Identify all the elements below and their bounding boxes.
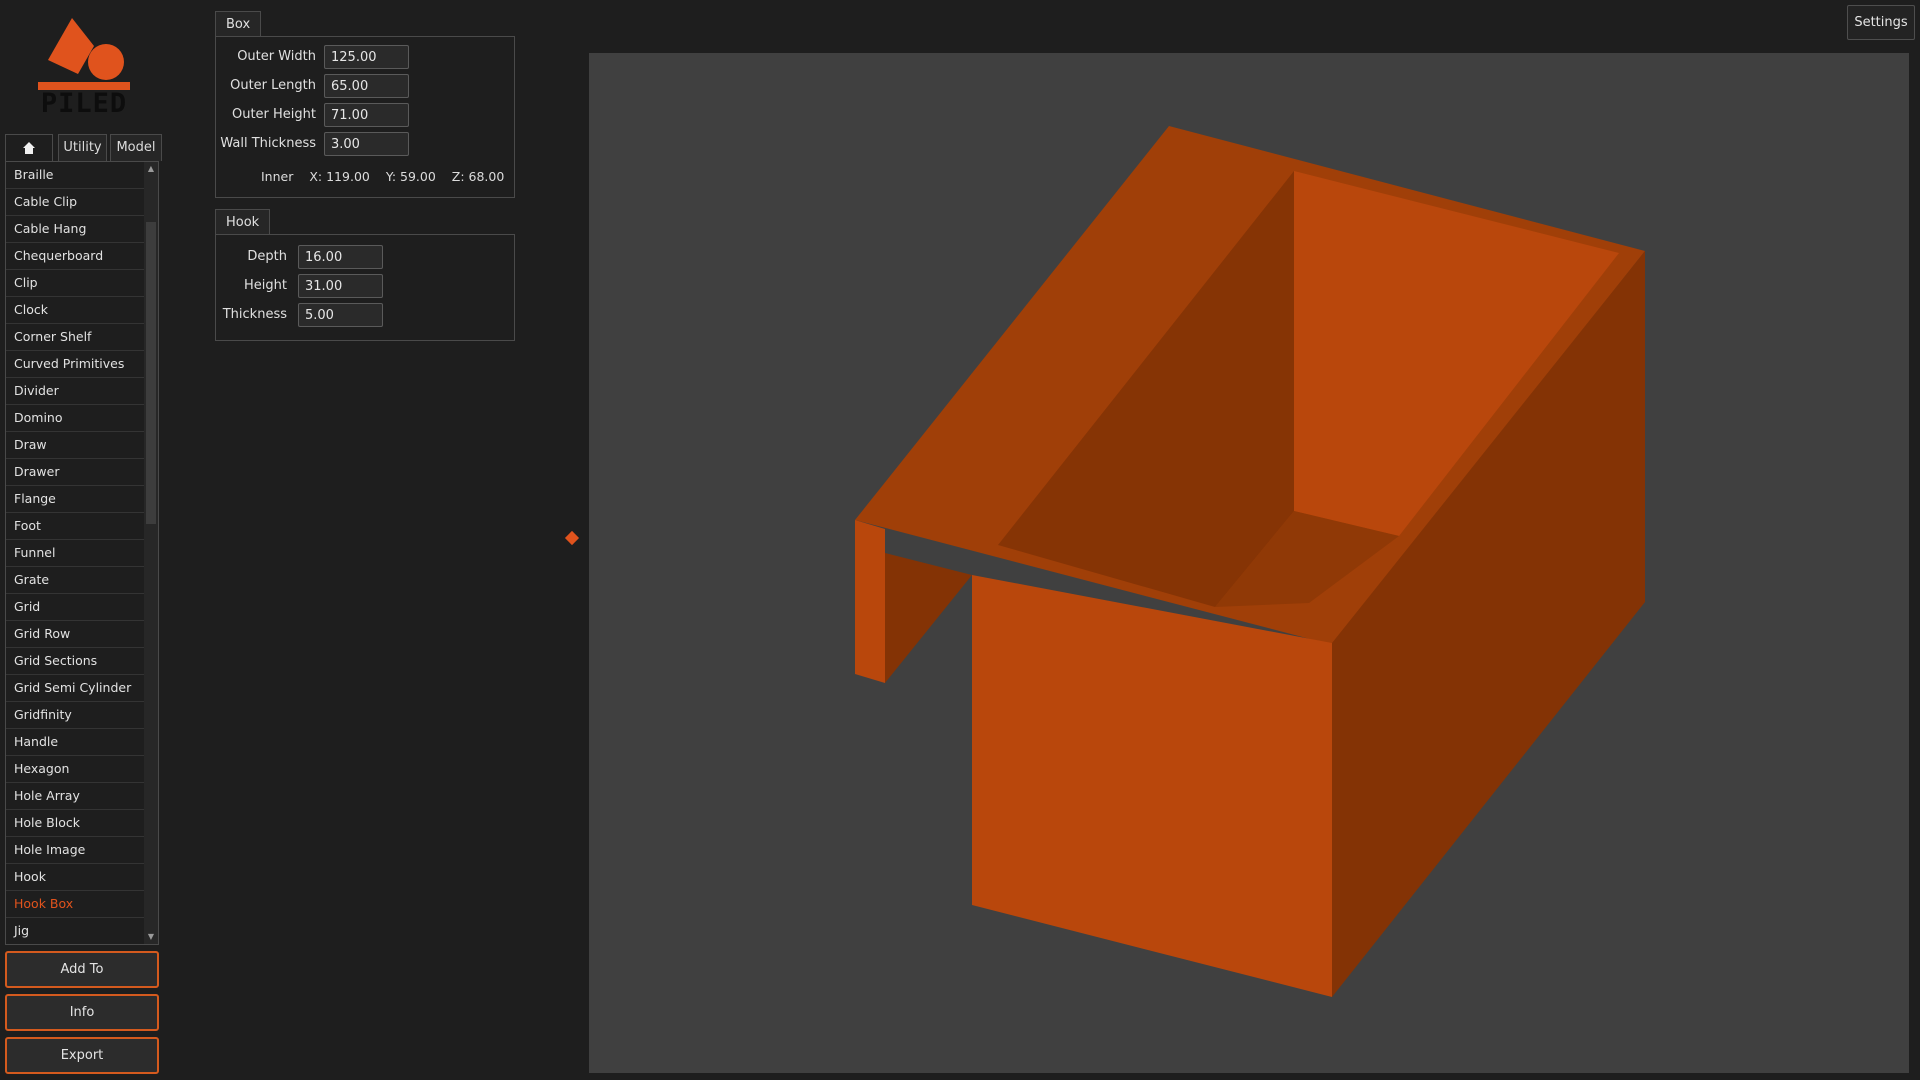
- outer-width-label: Outer Width: [237, 49, 316, 64]
- model-list-items: Braille Cable Clip Cable Hang Chequerboard C…: [6, 162, 158, 944]
- list-item[interactable]: Hook: [6, 864, 145, 891]
- list-item[interactable]: Flange: [6, 486, 145, 513]
- inner-label: Inner: [261, 169, 294, 184]
- list-item[interactable]: Jig: [6, 918, 145, 944]
- tab-home[interactable]: [5, 134, 53, 161]
- depth-input[interactable]: [298, 245, 383, 269]
- model-list: Braille Cable Clip Cable Hang Chequerboard C…: [5, 161, 159, 945]
- outer-height-label: Outer Height: [231, 107, 316, 122]
- tab-utility[interactable]: Utility: [58, 134, 107, 161]
- hook-box-model[interactable]: [589, 53, 1909, 1073]
- model-hook-side: [885, 553, 972, 683]
- logo-circle: [88, 44, 124, 80]
- wall-thickness-input[interactable]: [324, 132, 409, 156]
- thickness-input[interactable]: [298, 303, 383, 327]
- logo-text: PILED: [40, 88, 128, 119]
- list-item[interactable]: Hexagon: [6, 756, 145, 783]
- list-item[interactable]: Hook Box: [6, 891, 145, 918]
- box-parameters: Outer Width Outer Length Outer Height Wa…: [215, 36, 515, 198]
- outer-width-input[interactable]: [324, 45, 409, 69]
- height-row: Height: [216, 274, 287, 298]
- add-to-button[interactable]: Add To: [5, 951, 159, 988]
- depth-row: Depth: [216, 245, 287, 269]
- outer-length-input[interactable]: [324, 74, 409, 98]
- outer-width-row: Outer Width: [216, 45, 316, 69]
- panel-resize-handle[interactable]: [564, 530, 580, 546]
- list-item[interactable]: Curved Primitives: [6, 351, 145, 378]
- list-item[interactable]: Braille: [6, 162, 145, 189]
- info-button[interactable]: Info: [5, 994, 159, 1031]
- list-item[interactable]: Grid Row: [6, 621, 145, 648]
- scroll-up-arrow-icon[interactable]: ▲: [146, 164, 156, 174]
- list-item[interactable]: Grid Sections: [6, 648, 145, 675]
- list-item[interactable]: Gridfinity: [6, 702, 145, 729]
- list-item[interactable]: Chequerboard: [6, 243, 145, 270]
- hook-parameters: Depth Height Thickness: [215, 234, 515, 341]
- inner-y: Y: 59.00: [385, 169, 436, 184]
- list-item[interactable]: Grate: [6, 567, 145, 594]
- 3d-viewport[interactable]: [589, 53, 1909, 1073]
- hook-group-title: Hook: [215, 209, 271, 235]
- inner-z: Z: 68.00: [451, 169, 505, 184]
- list-item[interactable]: Drawer: [6, 459, 145, 486]
- height-input[interactable]: [298, 274, 383, 298]
- list-item[interactable]: Cable Clip: [6, 189, 145, 216]
- outer-height-row: Outer Height: [216, 103, 316, 127]
- outer-length-label: Outer Length: [230, 78, 316, 93]
- list-item[interactable]: Grid Semi Cylinder: [6, 675, 145, 702]
- list-item[interactable]: Handle: [6, 729, 145, 756]
- thickness-label: Thickness: [222, 307, 287, 322]
- model-hook-front: [855, 520, 885, 683]
- list-item[interactable]: Domino: [6, 405, 145, 432]
- settings-button[interactable]: Settings: [1847, 5, 1915, 40]
- scroll-thumb[interactable]: [146, 222, 156, 524]
- depth-label: Depth: [247, 249, 287, 264]
- model-list-scrollbar[interactable]: ▲ ▼: [144, 162, 158, 944]
- scroll-down-arrow-icon[interactable]: ▼: [146, 932, 156, 942]
- thickness-row: Thickness: [216, 303, 287, 327]
- height-label: Height: [244, 278, 287, 293]
- list-item[interactable]: Divider: [6, 378, 145, 405]
- list-item[interactable]: Clip: [6, 270, 145, 297]
- list-item[interactable]: Foot: [6, 513, 145, 540]
- tab-model[interactable]: Model: [110, 134, 162, 161]
- wall-thickness-label: Wall Thickness: [220, 136, 316, 151]
- outer-length-row: Outer Length: [216, 74, 316, 98]
- list-item[interactable]: Hole Array: [6, 783, 145, 810]
- list-item[interactable]: Corner Shelf: [6, 324, 145, 351]
- list-item[interactable]: Draw: [6, 432, 145, 459]
- inner-dimensions: Inner X: 119.00 Y: 59.00 Z: 68.00: [261, 167, 516, 187]
- box-group-title: Box: [215, 11, 262, 37]
- model-front-face: [972, 575, 1332, 997]
- logo-shape: [48, 18, 94, 74]
- list-item[interactable]: Grid: [6, 594, 145, 621]
- outer-height-input[interactable]: [324, 103, 409, 127]
- export-button[interactable]: Export: [5, 1037, 159, 1074]
- list-item[interactable]: Hole Image: [6, 837, 145, 864]
- list-item[interactable]: Hole Block: [6, 810, 145, 837]
- inner-x: X: 119.00: [309, 169, 370, 184]
- list-item[interactable]: Funnel: [6, 540, 145, 567]
- home-icon: [23, 142, 35, 154]
- list-item[interactable]: Clock: [6, 297, 145, 324]
- list-item[interactable]: Cable Hang: [6, 216, 145, 243]
- wall-thickness-row: Wall Thickness: [216, 132, 316, 156]
